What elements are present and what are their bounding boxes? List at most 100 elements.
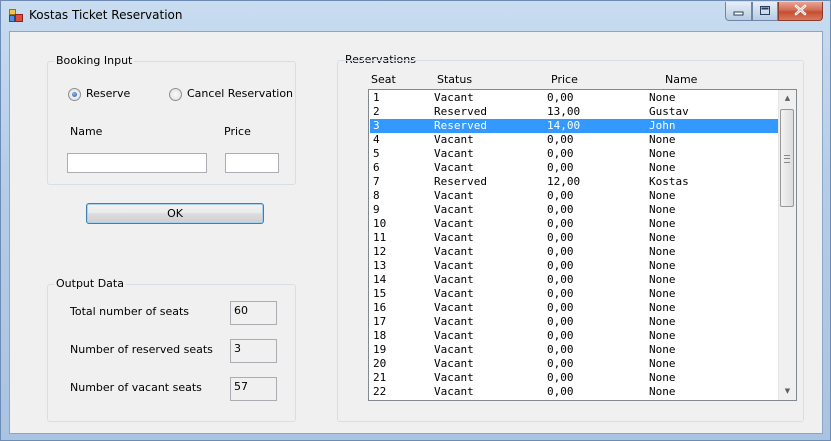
cell-status: Vacant bbox=[434, 287, 474, 300]
cell-seat: 15 bbox=[373, 287, 387, 300]
cell-name: None bbox=[649, 161, 676, 174]
list-item[interactable]: 22 Vacant 0,00 None bbox=[370, 385, 779, 399]
cell-seat: 19 bbox=[373, 343, 387, 356]
window-title: Kostas Ticket Reservation bbox=[29, 8, 183, 22]
cell-status: Vacant bbox=[434, 301, 474, 314]
close-button[interactable] bbox=[778, 2, 823, 21]
list-item[interactable]: 15 Vacant 0,00 None bbox=[370, 287, 779, 301]
cell-price: 0,00 bbox=[547, 245, 574, 258]
cell-name: None bbox=[649, 357, 676, 370]
cell-status: Reserved bbox=[434, 105, 487, 118]
scrollbar-thumb[interactable] bbox=[780, 109, 794, 207]
cell-seat: 16 bbox=[373, 301, 387, 314]
list-item[interactable]: 4 Vacant 0,00 None bbox=[370, 133, 779, 147]
cell-name: None bbox=[649, 315, 676, 328]
cell-status: Vacant bbox=[434, 315, 474, 328]
cell-status: Reserved bbox=[434, 119, 487, 132]
title-bar[interactable]: Kostas Ticket Reservation bbox=[1, 1, 830, 29]
cell-seat: 21 bbox=[373, 371, 387, 384]
cancel-reservation-label[interactable]: Cancel Reservation bbox=[187, 87, 293, 100]
reservations-title: Reservations bbox=[345, 53, 416, 66]
price-input[interactable] bbox=[225, 153, 279, 173]
list-item[interactable]: 13 Vacant 0,00 None bbox=[370, 259, 779, 273]
cell-name: None bbox=[649, 231, 676, 244]
reservations-list: 1 Vacant 0,00 None 2 Reserved 13,00 Gustav 3 Rese… bbox=[370, 91, 779, 399]
cell-price: 0,00 bbox=[547, 203, 574, 216]
app-window: Kostas Ticket Reservation Booking Input … bbox=[0, 0, 831, 441]
output-data-title: Output Data bbox=[54, 277, 126, 290]
list-item[interactable]: 3 Reserved 14,00 John bbox=[370, 119, 779, 133]
cell-price: 0,00 bbox=[547, 147, 574, 160]
list-item[interactable]: 9 Vacant 0,00 None bbox=[370, 203, 779, 217]
cell-name: None bbox=[649, 329, 676, 342]
close-icon bbox=[794, 4, 807, 16]
cell-price: 0,00 bbox=[547, 259, 574, 272]
vertical-scrollbar[interactable]: ▲ ▼ bbox=[778, 90, 796, 400]
output-data-group: Output Data Total number of seats 60 Num… bbox=[47, 277, 296, 422]
cell-seat: 2 bbox=[373, 105, 380, 118]
list-item[interactable]: 19 Vacant 0,00 None bbox=[370, 343, 779, 357]
list-item[interactable]: 20 Vacant 0,00 None bbox=[370, 357, 779, 371]
cell-price: 0,00 bbox=[547, 371, 574, 384]
cell-status: Vacant bbox=[434, 161, 474, 174]
cell-seat: 9 bbox=[373, 203, 380, 216]
reservations-listbox[interactable]: 1 Vacant 0,00 None 2 Reserved 13,00 Gustav 3 Rese… bbox=[368, 89, 797, 401]
cell-name: None bbox=[649, 133, 676, 146]
scroll-down-arrow-icon[interactable]: ▼ bbox=[779, 383, 796, 400]
maximize-icon bbox=[760, 6, 770, 15]
price-label: Price bbox=[224, 125, 251, 138]
cell-status: Vacant bbox=[434, 273, 474, 286]
reserved-seats-value: 3 bbox=[230, 339, 277, 363]
reserve-radio-label[interactable]: Reserve bbox=[86, 87, 130, 100]
list-item[interactable]: 10 Vacant 0,00 None bbox=[370, 217, 779, 231]
cell-status: Vacant bbox=[434, 329, 474, 342]
cell-status: Vacant bbox=[434, 189, 474, 202]
cell-name: John bbox=[649, 119, 676, 132]
list-item[interactable]: 16 Vacant 0,00 None bbox=[370, 301, 779, 315]
list-item[interactable]: 12 Vacant 0,00 None bbox=[370, 245, 779, 259]
list-item[interactable]: 1 Vacant 0,00 None bbox=[370, 91, 779, 105]
cell-price: 0,00 bbox=[547, 91, 574, 104]
cell-name: None bbox=[649, 147, 676, 160]
cell-seat: 1 bbox=[373, 91, 380, 104]
cell-price: 0,00 bbox=[547, 273, 574, 286]
cell-name: None bbox=[649, 91, 676, 104]
list-item[interactable]: 2 Reserved 13,00 Gustav bbox=[370, 105, 779, 119]
cell-price: 0,00 bbox=[547, 357, 574, 370]
cell-seat: 6 bbox=[373, 161, 380, 174]
cell-name: Gustav bbox=[649, 105, 689, 118]
name-label: Name bbox=[70, 125, 103, 138]
cell-status: Reserved bbox=[434, 175, 487, 188]
maximize-button[interactable] bbox=[752, 2, 778, 21]
cell-seat: 18 bbox=[373, 329, 387, 342]
list-item[interactable]: 5 Vacant 0,00 None bbox=[370, 147, 779, 161]
list-item[interactable]: 17 Vacant 0,00 None bbox=[370, 315, 779, 329]
cancel-reservation-radio[interactable] bbox=[169, 88, 182, 101]
list-item[interactable]: 6 Vacant 0,00 None bbox=[370, 161, 779, 175]
cell-seat: 8 bbox=[373, 189, 380, 202]
list-item[interactable]: 11 Vacant 0,00 None bbox=[370, 231, 779, 245]
list-item[interactable]: 21 Vacant 0,00 None bbox=[370, 371, 779, 385]
scroll-up-arrow-icon[interactable]: ▲ bbox=[779, 90, 796, 107]
cell-status: Vacant bbox=[434, 343, 474, 356]
minimize-button[interactable] bbox=[725, 2, 752, 21]
minimize-icon bbox=[733, 11, 744, 16]
list-item[interactable]: 18 Vacant 0,00 None bbox=[370, 329, 779, 343]
cell-seat: 22 bbox=[373, 385, 387, 398]
cell-seat: 10 bbox=[373, 217, 387, 230]
list-item[interactable]: 8 Vacant 0,00 None bbox=[370, 189, 779, 203]
cell-name: None bbox=[649, 287, 676, 300]
ok-button[interactable]: OK bbox=[86, 203, 264, 224]
column-header-name: Name bbox=[665, 73, 698, 86]
cell-name: None bbox=[649, 189, 676, 202]
cell-price: 14,00 bbox=[547, 119, 581, 132]
cell-status: Vacant bbox=[434, 371, 474, 384]
reserve-radio[interactable] bbox=[68, 88, 81, 101]
list-item[interactable]: 14 Vacant 0,00 None bbox=[370, 273, 779, 287]
cell-price: 0,00 bbox=[547, 385, 574, 398]
name-input[interactable] bbox=[67, 153, 207, 173]
cell-price: 0,00 bbox=[547, 315, 574, 328]
cell-name: None bbox=[649, 217, 676, 230]
list-item[interactable]: 7 Reserved 12,00 Kostas bbox=[370, 175, 779, 189]
cell-seat: 12 bbox=[373, 245, 387, 258]
